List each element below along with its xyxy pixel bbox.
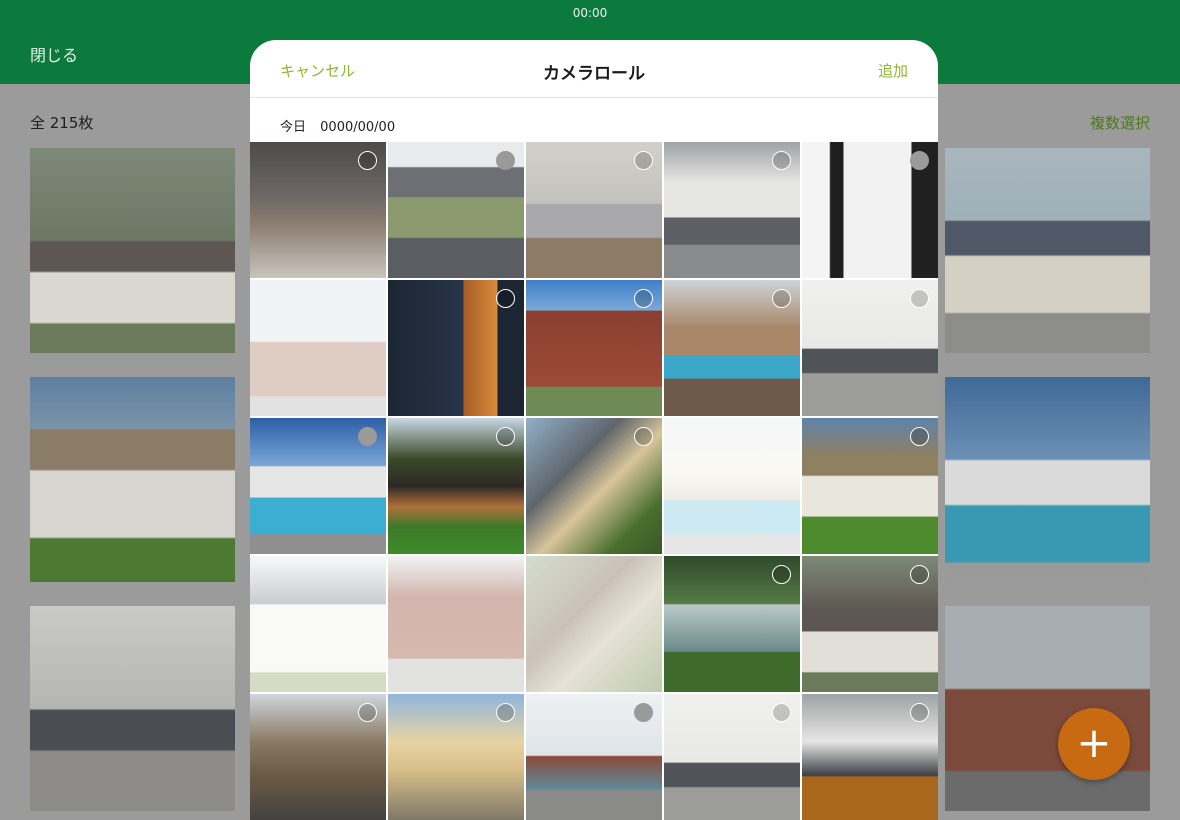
select-circle-icon[interactable] — [910, 151, 929, 170]
photo-cell[interactable] — [664, 280, 800, 416]
select-circle-icon[interactable] — [910, 289, 929, 308]
background-photo — [30, 148, 235, 353]
photo-cell[interactable] — [250, 280, 386, 416]
select-circle-icon[interactable] — [772, 151, 791, 170]
photo-cell[interactable] — [802, 280, 938, 416]
total-photo-count: 全 215枚 — [30, 114, 94, 132]
select-circle-icon[interactable] — [634, 289, 653, 308]
select-circle-icon[interactable] — [496, 427, 515, 446]
photo-cell[interactable] — [388, 418, 524, 554]
background-photo — [30, 377, 235, 582]
select-circle-icon[interactable] — [496, 151, 515, 170]
select-circle-icon[interactable] — [358, 427, 377, 446]
close-button[interactable]: 閉じる — [30, 42, 78, 66]
photo-cell[interactable] — [664, 694, 800, 820]
photo-cell[interactable] — [250, 142, 386, 278]
photo-cell[interactable] — [250, 418, 386, 554]
background-photo — [945, 606, 1150, 811]
photo-cell[interactable] — [526, 280, 662, 416]
photo-cell[interactable] — [664, 418, 800, 554]
date-label: 今日 — [280, 120, 307, 135]
select-circle-icon[interactable] — [910, 427, 929, 446]
background-photo — [30, 606, 235, 811]
photo-cell[interactable] — [802, 694, 938, 820]
sheet-header: キャンセル カメラロール 追加 — [250, 40, 938, 98]
select-circle-icon[interactable] — [496, 703, 515, 722]
select-circle-icon[interactable] — [634, 703, 653, 722]
background-photo — [945, 148, 1150, 353]
photo-cell[interactable] — [388, 142, 524, 278]
photo-cell[interactable] — [664, 142, 800, 278]
photo-cell[interactable] — [388, 694, 524, 820]
select-circle-icon[interactable] — [358, 151, 377, 170]
multi-select-button[interactable]: 複数選択 — [1090, 112, 1150, 133]
date-section-header: 今日 0000/00/00 — [250, 98, 938, 142]
background-photo — [945, 377, 1150, 582]
photo-cell[interactable] — [664, 556, 800, 692]
select-circle-icon[interactable] — [772, 289, 791, 308]
photo-cell[interactable] — [526, 556, 662, 692]
select-circle-icon[interactable] — [634, 427, 653, 446]
select-circle-icon[interactable] — [358, 703, 377, 722]
photo-cell[interactable] — [250, 556, 386, 692]
photo-grid — [250, 142, 938, 820]
select-circle-icon[interactable] — [910, 703, 929, 722]
photo-cell[interactable] — [526, 142, 662, 278]
select-circle-icon[interactable] — [634, 151, 653, 170]
photo-cell[interactable] — [802, 556, 938, 692]
photo-cell[interactable] — [802, 142, 938, 278]
photo-cell[interactable] — [526, 694, 662, 820]
status-time: 00:00 — [572, 6, 608, 20]
photo-cell[interactable] — [388, 280, 524, 416]
photo-cell[interactable] — [250, 694, 386, 820]
photo-cell[interactable] — [526, 418, 662, 554]
select-circle-icon[interactable] — [772, 703, 791, 722]
date-value: 0000/00/00 — [320, 120, 396, 135]
sheet-title: カメラロール — [543, 64, 645, 84]
add-button[interactable]: 追加 — [878, 60, 908, 81]
select-circle-icon[interactable] — [772, 565, 791, 584]
select-circle-icon[interactable] — [496, 289, 515, 308]
select-circle-icon[interactable] — [910, 565, 929, 584]
camera-roll-sheet: キャンセル カメラロール 追加 今日 0000/00/00 — [250, 40, 938, 820]
add-photo-fab[interactable]: + — [1058, 708, 1130, 780]
photo-cell[interactable] — [802, 418, 938, 554]
photo-cell[interactable] — [388, 556, 524, 692]
